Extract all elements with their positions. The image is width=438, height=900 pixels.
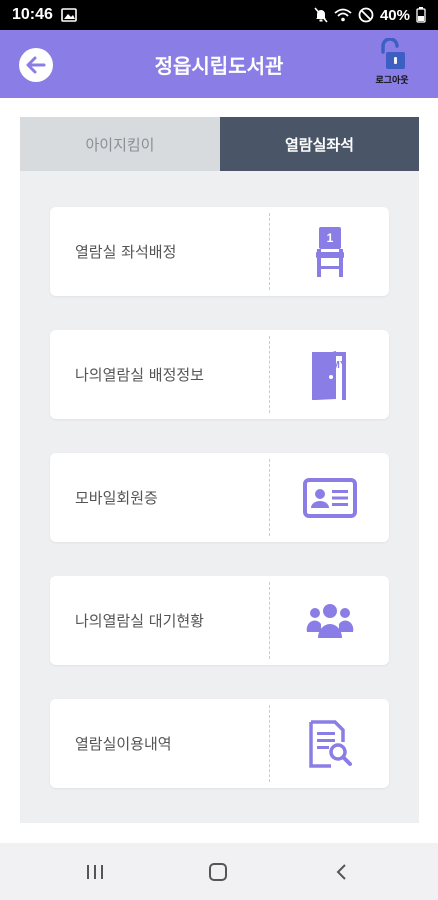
status-bar: 10:46 40%: [0, 0, 438, 30]
content-panel: 아이지킴이 열람실좌석 열람실 좌석배정 1 나의열람실 배정정보 MY 모바일…: [20, 117, 419, 823]
logout-button[interactable]: 로그아웃: [362, 38, 422, 94]
wifi-icon: [334, 8, 352, 22]
app-header: 정읍시립도서관 로그아웃: [0, 30, 438, 98]
chair-icon: 1: [270, 207, 389, 296]
tab-child-protection[interactable]: 아이지킴이: [20, 117, 220, 171]
mute-icon: [314, 7, 328, 23]
menu-my-assignment-info[interactable]: 나의열람실 배정정보 MY: [50, 330, 389, 419]
menu-label: 나의열람실 대기현황: [75, 612, 204, 630]
chair-badge: 1: [326, 231, 333, 245]
document-search-icon: [270, 699, 389, 788]
door-badge: MY: [331, 360, 346, 371]
menu-usage-history[interactable]: 열람실이용내역: [50, 699, 389, 788]
menu-seat-assignment[interactable]: 열람실 좌석배정 1: [50, 207, 389, 296]
back-icon: [336, 864, 346, 880]
menu-my-waiting-status[interactable]: 나의열람실 대기현황: [50, 576, 389, 665]
menu-label: 열람실 좌석배정: [75, 243, 177, 261]
unlock-icon: [381, 38, 405, 69]
menu-label: 열람실이용내역: [75, 735, 172, 753]
back-nav-button[interactable]: [321, 857, 361, 887]
battery-icon: [416, 7, 426, 23]
door-icon: MY: [270, 330, 389, 419]
image-icon: [61, 8, 77, 22]
logout-label: 로그아웃: [375, 76, 409, 86]
menu-mobile-member-card[interactable]: 모바일회원증: [50, 453, 389, 542]
battery-text: 40%: [379, 6, 410, 24]
menu-label: 모바일회원증: [75, 489, 158, 507]
users-icon: [270, 576, 389, 665]
home-icon: [209, 863, 227, 881]
id-card-icon: [270, 453, 389, 542]
menu-label: 나의열람실 배정정보: [75, 366, 204, 384]
recent-apps-button[interactable]: [75, 857, 115, 887]
status-icons: 40%: [314, 7, 426, 24]
recent-apps-icon: [87, 865, 103, 879]
status-time: 10:46: [12, 6, 53, 23]
do-not-disturb-icon: [358, 7, 374, 23]
navigation-bar: [0, 843, 438, 900]
tab-reading-room-seat[interactable]: 열람실좌석: [220, 117, 419, 171]
home-button[interactable]: [198, 857, 238, 887]
